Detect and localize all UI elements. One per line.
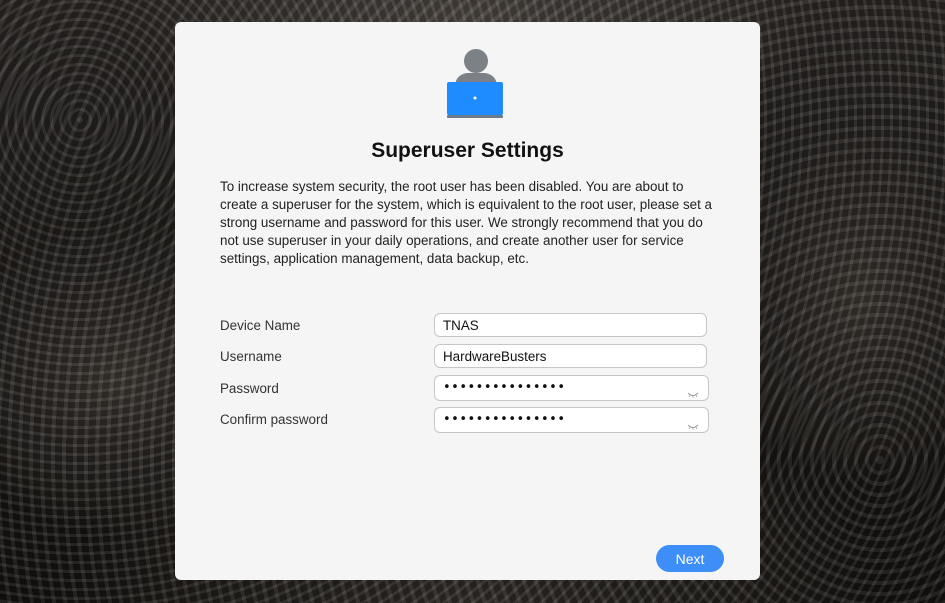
device-name-input[interactable] (434, 313, 707, 337)
dialog-description: To increase system security, the root us… (220, 179, 712, 266)
device-name-label: Device Name (220, 318, 301, 333)
dialog-title: Superuser Settings (371, 139, 564, 162)
password-label: Password (220, 381, 279, 396)
superuser-settings-dialog: Superuser Settings To increase system se… (175, 22, 760, 580)
eye-closed-icon[interactable] (687, 385, 699, 398)
confirm-password-input[interactable]: ••••••••••••••• (434, 407, 709, 433)
eye-closed-icon[interactable] (687, 417, 699, 430)
confirm-password-label: Confirm password (220, 412, 328, 427)
next-button[interactable]: Next (656, 545, 724, 572)
password-masked-value: ••••••••••••••• (443, 380, 566, 395)
username-input[interactable] (434, 344, 707, 368)
confirm-password-masked-value: ••••••••••••••• (443, 412, 566, 427)
password-input[interactable]: ••••••••••••••• (434, 375, 709, 401)
user-with-laptop-icon (445, 49, 505, 121)
username-label: Username (220, 349, 282, 364)
